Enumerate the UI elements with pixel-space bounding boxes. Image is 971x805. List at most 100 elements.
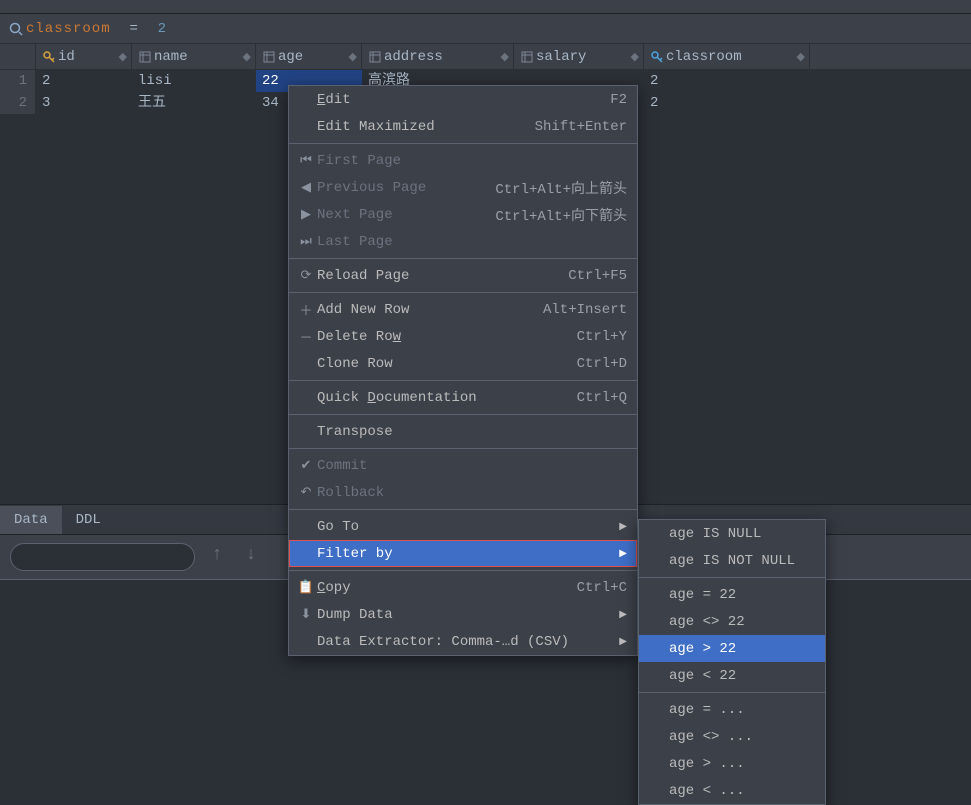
window-top-bar	[0, 0, 971, 14]
filter-expression[interactable]: classroom = 2	[26, 21, 167, 37]
menu-item[interactable]: Quick Documentation Ctrl+Q	[289, 384, 637, 411]
menu-item-label: Edit	[317, 92, 598, 108]
menu-item[interactable]: ⬇Dump Data▶	[289, 601, 637, 628]
menu-item-label: Last Page	[317, 234, 627, 250]
menu-item[interactable]: Go To▶	[289, 513, 637, 540]
menu-item-icon: ⬇	[295, 607, 317, 622]
context-menu[interactable]: EditF2Edit MaximizedShift+Enter⏮First Pa…	[288, 85, 638, 656]
menu-item-shortcut: Ctrl+C	[577, 580, 627, 596]
submenu-item-label: age = 22	[669, 587, 815, 603]
column-label: classroom	[666, 49, 742, 65]
menu-item-label: Quick Documentation	[317, 390, 565, 406]
menu-item-shortcut: Ctrl+Alt+向下箭头	[495, 205, 627, 225]
menu-item-label: Rollback	[317, 485, 627, 501]
menu-item-shortcut: Shift+Enter	[535, 119, 627, 135]
submenu-item-label: age <> ...	[669, 729, 815, 745]
menu-item-label: Previous Page	[317, 180, 483, 196]
menu-item[interactable]: 📋CopyCtrl+C	[289, 574, 637, 601]
cell-id[interactable]: 3	[36, 92, 132, 114]
submenu-item-label: age <> 22	[669, 614, 815, 630]
key-icon	[40, 50, 58, 64]
submenu-item[interactable]: age IS NULL	[639, 520, 825, 547]
menu-separator	[289, 414, 637, 415]
column-label: salary	[536, 49, 586, 65]
menu-item-label: Next Page	[317, 207, 483, 223]
menu-item[interactable]: ⟳Reload Page Ctrl+F5	[289, 262, 637, 289]
column-header-classroom[interactable]: classroom ◆	[644, 44, 810, 69]
row-number[interactable]: 1	[0, 70, 36, 92]
sort-icon[interactable]: ◆	[243, 50, 251, 64]
menu-item-label: Transpose	[317, 424, 627, 440]
column-header-id[interactable]: id ◆	[36, 44, 132, 69]
filter-bar[interactable]: classroom = 2	[0, 14, 971, 44]
menu-item[interactable]: Clone RowCtrl+D	[289, 350, 637, 377]
sort-icon[interactable]: ◆	[501, 50, 509, 64]
submenu-item-label: age = ...	[669, 702, 815, 718]
submenu-item-label: age < 22	[669, 668, 815, 684]
menu-item[interactable]: －Delete RowCtrl+Y	[289, 323, 637, 350]
menu-item-label: Dump Data	[317, 607, 609, 623]
column-icon	[518, 51, 536, 63]
submenu-item[interactable]: age > ...	[639, 750, 825, 777]
submenu-item[interactable]: age < ...	[639, 777, 825, 804]
cell-classroom[interactable]: 2	[644, 92, 810, 114]
menu-item: ⏭Last Page	[289, 228, 637, 255]
menu-item-icon: ⟳	[295, 268, 317, 283]
search-input[interactable]	[10, 543, 195, 571]
menu-item-shortcut: F2	[610, 92, 627, 108]
menu-item[interactable]: ＋Add New RowAlt+Insert	[289, 296, 637, 323]
sort-icon[interactable]: ◆	[119, 50, 127, 64]
menu-item-shortcut: Ctrl+F5	[568, 268, 627, 284]
menu-item[interactable]: Edit F2	[289, 86, 637, 113]
submenu-item-label: age > ...	[669, 756, 815, 772]
cell-name[interactable]: 王五	[132, 92, 256, 114]
row-number[interactable]: 2	[0, 92, 36, 114]
column-icon	[366, 51, 384, 63]
menu-separator	[289, 380, 637, 381]
menu-item-icon: ▶	[295, 207, 317, 222]
menu-item[interactable]: Transpose	[289, 418, 637, 445]
column-header-salary[interactable]: salary ◆	[514, 44, 644, 69]
column-header-address[interactable]: address ◆	[362, 44, 514, 69]
menu-item-shortcut: Ctrl+Q	[577, 390, 627, 406]
menu-item: ▶Next Page Ctrl+Alt+向下箭头	[289, 201, 637, 228]
submenu-item[interactable]: age <> 22	[639, 608, 825, 635]
cell-id[interactable]: 2	[36, 70, 132, 92]
sort-icon[interactable]: ◆	[631, 50, 639, 64]
submenu-item[interactable]: age = ...	[639, 696, 825, 723]
menu-separator	[289, 143, 637, 144]
submenu-item[interactable]: age < 22	[639, 662, 825, 689]
menu-separator	[639, 692, 825, 693]
menu-item-shortcut: Ctrl+Y	[577, 329, 627, 345]
menu-separator	[289, 509, 637, 510]
sort-icon[interactable]: ◆	[349, 50, 357, 64]
menu-item[interactable]: Filter by▶	[289, 540, 637, 567]
submenu-item[interactable]: age = 22	[639, 581, 825, 608]
menu-item-label: Data Extractor: Comma-…d (CSV)	[317, 634, 609, 650]
menu-item-shortcut: Ctrl+Alt+向上箭头	[495, 178, 627, 198]
sort-icon[interactable]: ◆	[797, 50, 805, 64]
submenu-item[interactable]: age <> ...	[639, 723, 825, 750]
menu-item-icon: ＋	[295, 300, 317, 319]
menu-item-label: Reload Page	[317, 268, 556, 284]
cell-name[interactable]: lisi	[132, 70, 256, 92]
menu-separator	[289, 448, 637, 449]
tab-ddl[interactable]: DDL	[62, 506, 115, 534]
cell-classroom[interactable]: 2	[644, 70, 810, 92]
column-label: id	[58, 49, 75, 65]
column-header-age[interactable]: age ◆	[256, 44, 362, 69]
column-header-name[interactable]: name ◆	[132, 44, 256, 69]
prev-match-button[interactable]: ↑	[205, 545, 229, 569]
next-match-button[interactable]: ↓	[239, 545, 263, 569]
menu-item[interactable]: Data Extractor: Comma-…d (CSV)▶	[289, 628, 637, 655]
menu-item-label: Copy	[317, 580, 565, 596]
menu-item[interactable]: Edit MaximizedShift+Enter	[289, 113, 637, 140]
submenu-item[interactable]: age IS NOT NULL	[639, 547, 825, 574]
menu-item: ◀Previous PageCtrl+Alt+向上箭头	[289, 174, 637, 201]
submenu-item[interactable]: age > 22	[639, 635, 825, 662]
filter-by-submenu[interactable]: age IS NULLage IS NOT NULL age = 22 age <>…	[638, 519, 826, 805]
submenu-arrow-icon: ▶	[619, 521, 627, 533]
tab-data[interactable]: Data	[0, 506, 62, 534]
menu-item-shortcut: Ctrl+D	[577, 356, 627, 372]
menu-separator	[639, 577, 825, 578]
